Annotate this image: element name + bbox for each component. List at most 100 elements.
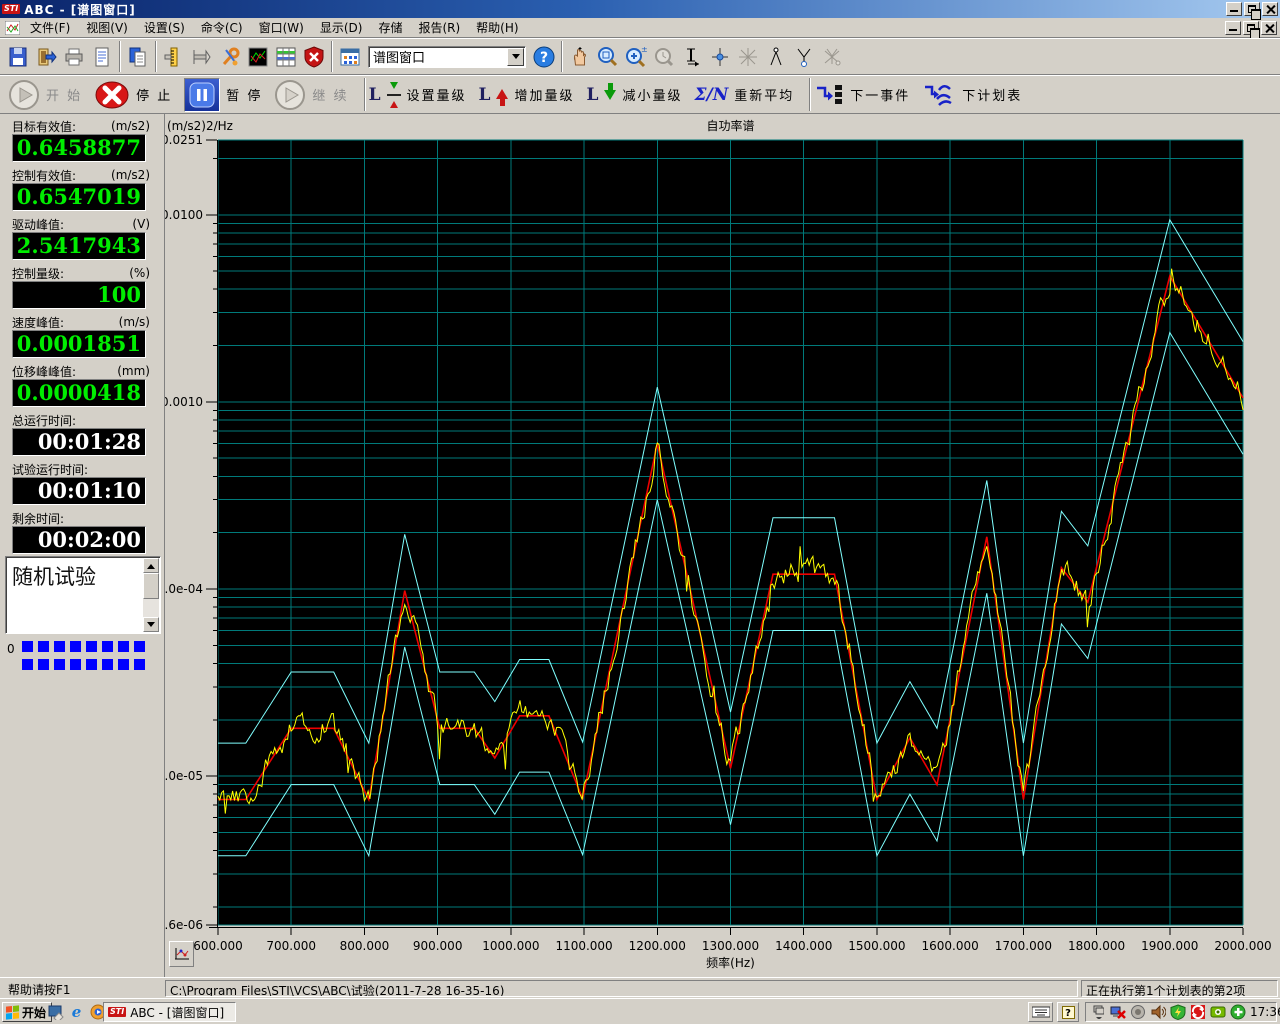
scroll-down-icon[interactable] (143, 617, 159, 632)
window-select-button[interactable] (336, 43, 364, 71)
child-window-icon[interactable] (2, 19, 22, 37)
volume-icon[interactable] (1150, 1004, 1166, 1020)
window-title: ABC - [谱图窗口] (24, 1, 136, 18)
x-tick-label: 1600.000 (922, 939, 979, 953)
toolbar-separator (561, 41, 563, 72)
chart-window-button[interactable] (244, 43, 272, 71)
toolbar-separator (119, 41, 121, 72)
child-close-button[interactable] (1261, 21, 1277, 35)
progress-block (22, 641, 33, 652)
status-bar: 帮助请按F1 C:\Program Files\STI\VCS\ABC\试验(2… (0, 977, 1280, 998)
tools-settings-button[interactable] (216, 43, 244, 71)
toolbar-separator (809, 78, 811, 111)
table-window-button[interactable] (272, 43, 300, 71)
zoom-window-button[interactable] (594, 43, 622, 71)
decrease-level-button[interactable]: L 减小量级 (587, 83, 683, 106)
window-selector-combobox[interactable]: 谱图窗口 (368, 46, 526, 68)
message-scrollbar[interactable] (143, 558, 159, 632)
restore-button[interactable] (1244, 2, 1260, 16)
x-tick-label: 1700.000 (995, 939, 1052, 953)
measure-cursor-button[interactable] (678, 43, 706, 71)
reaverage-button[interactable]: Σ/N 重新平均 (694, 85, 794, 105)
x-tick-label: 1200.000 (629, 939, 686, 953)
progress-block (134, 641, 145, 652)
sync-utility-icon[interactable] (1190, 1004, 1206, 1020)
start-menu-button[interactable]: 开始 (2, 1002, 52, 1022)
toolbar-separator (364, 78, 366, 111)
test-run-time: 00:01:10 (12, 477, 146, 505)
menu-window[interactable]: 窗口(W) (251, 17, 312, 38)
plot-options-button[interactable] (169, 941, 194, 967)
safety-shield-button[interactable] (300, 43, 328, 71)
quick-launch: e (47, 1003, 106, 1020)
nvidia-settings-icon[interactable] (1210, 1004, 1226, 1020)
set-level-button[interactable]: L 设置量级 (369, 82, 467, 108)
minimize-button[interactable] (1226, 2, 1242, 16)
menu-settings[interactable]: 设置(S) (136, 17, 193, 38)
zoom-in-out-button[interactable]: ± (622, 43, 650, 71)
keyboard-layout-button[interactable] (1028, 1002, 1053, 1022)
svg-text:±: ± (641, 46, 647, 54)
combo-dropdown-button[interactable] (507, 48, 524, 66)
help-button[interactable]: ? (530, 43, 558, 71)
y-tick-label: 0.0100 (165, 208, 203, 222)
report-button[interactable] (88, 43, 116, 71)
chart-title: 自功率谱 (706, 118, 754, 133)
menu-help[interactable]: 帮助(H) (468, 17, 526, 38)
x-tick-label: 1300.000 (702, 939, 759, 953)
start-icon (8, 79, 40, 111)
x-tick-label: 600.000 (193, 939, 243, 953)
menu-command[interactable]: 命令(C) (193, 17, 251, 38)
pin-axis-button[interactable] (188, 43, 216, 71)
progress-block (38, 641, 49, 652)
next-schedule-button[interactable]: 下计划表 (922, 82, 1022, 108)
print-button[interactable] (60, 43, 88, 71)
menu-report[interactable]: 报告(R) (410, 17, 468, 38)
pan-tool-button[interactable] (566, 43, 594, 71)
title-bar: STI ABC - [谱图窗口] (0, 0, 1280, 18)
progress-block (54, 641, 65, 652)
sound-scheme-icon[interactable] (1130, 1004, 1146, 1020)
y-tick-label: 1.0e-05 (165, 769, 203, 783)
harmonic-cursor-button[interactable] (762, 43, 790, 71)
decrease-level-icon (604, 83, 616, 106)
input-help-button[interactable]: ? (1057, 1002, 1079, 1022)
next-schedule-icon (922, 82, 956, 108)
y-cursor-button[interactable] (790, 43, 818, 71)
menu-file[interactable]: 文件(F) (22, 17, 78, 38)
import-export-button[interactable] (32, 43, 60, 71)
spectrum-chart[interactable]: 0.02510.01000.00101.0e-041.0e-051.6e-066… (165, 114, 1280, 977)
next-event-button[interactable]: 下一事件 (814, 82, 910, 108)
increase-level-button[interactable]: L 增加量级 (479, 83, 575, 106)
taskbar-app-button[interactable]: STI ABC - [谱图窗口] (103, 1002, 236, 1022)
scrollbar-thumb[interactable] (143, 573, 159, 599)
crosshair-cursor-button[interactable] (706, 43, 734, 71)
child-minimize-button[interactable] (1225, 21, 1241, 35)
progress-zero-label: 0 (7, 642, 15, 656)
update-agent-icon[interactable] (1230, 1004, 1246, 1020)
menu-storage[interactable]: 存储 (370, 17, 410, 38)
taskbar: 开始 e STI ABC - [谱图窗口] ? (0, 998, 1280, 1024)
chevron-down-icon (512, 54, 520, 63)
network-offline-icon[interactable] (1110, 1004, 1126, 1020)
copy-window-button[interactable] (124, 43, 152, 71)
progress-block (54, 659, 65, 670)
drive-peak-value: 2.5417943 (12, 232, 146, 260)
menu-view[interactable]: 视图(V) (78, 17, 136, 38)
scroll-up-icon[interactable] (143, 558, 159, 573)
internet-explorer-icon[interactable]: e (68, 1003, 85, 1020)
antivirus-shield-icon[interactable] (1170, 1004, 1186, 1020)
child-restore-button[interactable] (1243, 21, 1259, 35)
stop-button[interactable]: 停 止 (94, 80, 172, 110)
x-tick-label: 1000.000 (482, 939, 539, 953)
pause-button[interactable]: 暂 停 (184, 78, 262, 112)
save-button[interactable] (4, 43, 32, 71)
tray-clock[interactable]: 17:36 (1250, 1005, 1280, 1019)
ruler-button[interactable] (160, 43, 188, 71)
progress-block (102, 659, 113, 670)
progress-block (118, 659, 129, 670)
close-button[interactable] (1262, 2, 1278, 16)
show-desktop-icon[interactable] (47, 1003, 64, 1020)
menu-display[interactable]: 显示(D) (312, 17, 371, 38)
language-bar-icon[interactable] (1090, 1004, 1106, 1020)
